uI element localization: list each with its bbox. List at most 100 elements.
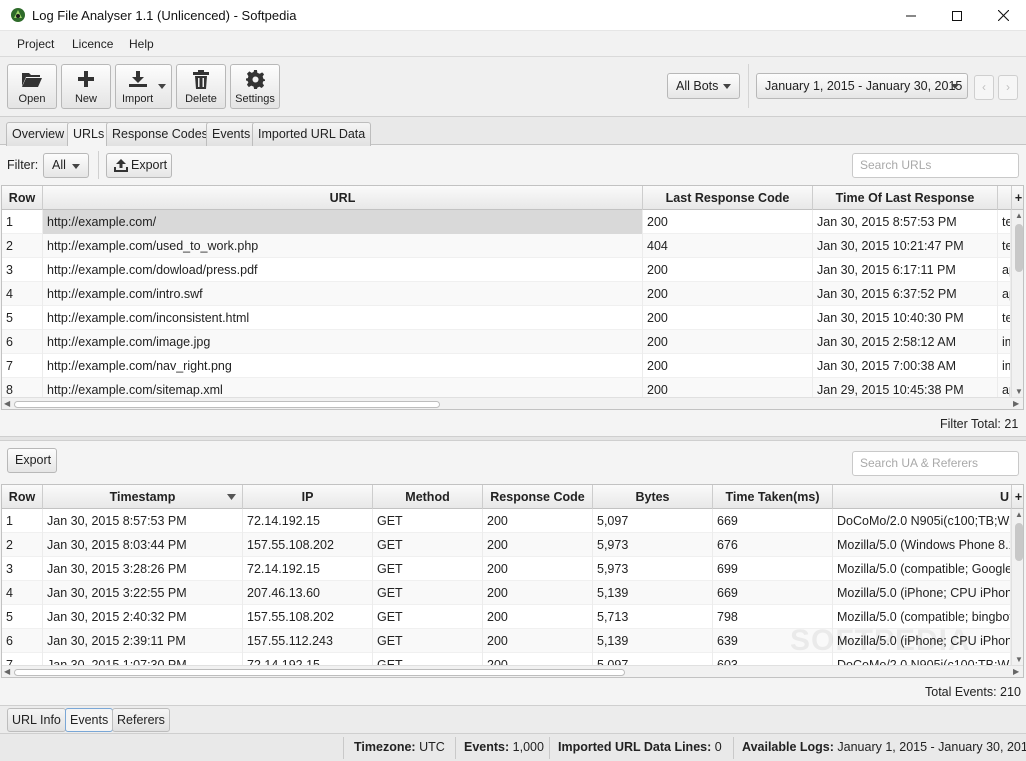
status-available-logs: Available Logs: January 1, 2015 - Januar… [742, 740, 1026, 754]
event-table-row[interactable]: 4 Jan 30, 2015 3:22:55 PM 207.46.13.60 GET 2… [2, 581, 1011, 605]
cell-row: 3 [2, 258, 43, 282]
close-button[interactable] [980, 0, 1026, 31]
plus-icon [78, 71, 94, 87]
settings-button[interactable]: Settings [230, 64, 280, 109]
column-menu-plus-icon[interactable]: + [1012, 485, 1023, 509]
delete-button[interactable]: Delete [176, 64, 226, 109]
url-table-row[interactable]: 2 http://example.com/used_to_work.php 404 J… [2, 234, 1011, 258]
cell-response-code: 200 [483, 605, 593, 629]
status-separator [733, 737, 734, 759]
cell-url: http://example.com/used_to_work.php [43, 234, 643, 258]
scroll-up-icon[interactable]: ▲ [1015, 211, 1023, 220]
col-timestamp[interactable]: Timestamp [43, 485, 243, 509]
tab-imported-url-data[interactable]: Imported URL Data [252, 122, 372, 146]
cell-method: GET [373, 557, 483, 581]
urls-hscroll-thumb[interactable] [14, 401, 440, 408]
scroll-right-icon[interactable]: ▶ [1013, 399, 1019, 408]
urls-vscroll-thumb[interactable] [1015, 224, 1023, 272]
tab-url-info[interactable]: URL Info [7, 708, 66, 732]
col-url[interactable]: URL [43, 186, 643, 210]
new-label: New [74, 93, 97, 105]
next-range-button[interactable]: › [998, 75, 1018, 100]
maximize-button[interactable] [934, 0, 980, 31]
date-range-dropdown[interactable]: January 1, 2015 - January 30, 2015 [756, 73, 968, 99]
sort-descending-icon [227, 494, 236, 500]
tab-referers[interactable]: Referers [112, 708, 170, 732]
url-table-row[interactable]: 1 http://example.com/200 Jan 30, 2015 8:57… [2, 210, 1011, 234]
url-table-row[interactable]: 6 http://example.com/image.jpg 200 Jan 30, … [2, 330, 1011, 354]
url-table-row[interactable]: 5 http://example.com/inconsistent.html 200… [2, 306, 1011, 330]
menu-licence[interactable]: Licence [72, 37, 113, 51]
cell-ip: 207.46.13.60 [243, 581, 373, 605]
scroll-down-icon[interactable]: ▼ [1015, 387, 1023, 396]
minimize-button[interactable] [888, 0, 934, 31]
chevron-down-icon [723, 84, 731, 89]
events-horizontal-scrollbar[interactable]: ◀ ▶ [2, 665, 1023, 677]
import-button[interactable]: Import [115, 64, 172, 109]
events-label: Events: [464, 740, 510, 754]
url-table-row[interactable]: 4 http://example.com/intro.swf 200 Jan 30, … [2, 282, 1011, 306]
cell-time: Jan 30, 2015 2:58:12 AM [813, 330, 998, 354]
cell-overflow: im [998, 354, 1011, 378]
col-method[interactable]: Method [373, 485, 483, 509]
main-tabs: Overview URLs Response Codes Events Impo… [0, 117, 1026, 147]
cell-row: 6 [2, 629, 43, 653]
cell-response-code: 200 [643, 330, 813, 354]
tab-overview[interactable]: Overview [6, 122, 71, 146]
tab-urls[interactable]: URLs [67, 122, 111, 147]
urls-vertical-scrollbar[interactable]: ▲ ▼ [1011, 210, 1023, 397]
col-row[interactable]: Row [2, 485, 43, 509]
events-vscroll-thumb[interactable] [1015, 523, 1023, 561]
menu-project[interactable]: Project [17, 37, 54, 51]
url-export-button[interactable]: Export [106, 153, 172, 178]
col-bytes[interactable]: Bytes [593, 485, 713, 509]
cell-method: GET [373, 605, 483, 629]
prev-range-button[interactable]: ‹ [974, 75, 994, 100]
cell-overflow: ap [998, 282, 1011, 306]
cell-ip: 157.55.108.202 [243, 533, 373, 557]
col-time-taken[interactable]: Time Taken(ms) [713, 485, 833, 509]
url-table-row[interactable]: 3 http://example.com/dowload/press.pdf 200… [2, 258, 1011, 282]
search-urls-input[interactable]: Search URLs [852, 153, 1019, 178]
events-vertical-scrollbar[interactable]: ▲ ▼ [1011, 509, 1023, 665]
scroll-right-icon[interactable]: ▶ [1013, 667, 1019, 676]
col-last-response-code[interactable]: Last Response Code [643, 186, 813, 210]
scroll-up-icon[interactable]: ▲ [1015, 510, 1023, 519]
event-table-row[interactable]: 1 Jan 30, 2015 8:57:53 PM 72.14.192.15 GET 2… [2, 509, 1011, 533]
col-ip[interactable]: IP [243, 485, 373, 509]
events-hscroll-thumb[interactable] [14, 669, 625, 676]
col-user-agent[interactable]: U [833, 485, 1012, 509]
col-time-of-last-response[interactable]: Time Of Last Response [813, 186, 998, 210]
open-button[interactable]: Open [7, 64, 57, 109]
bots-dropdown[interactable]: All Bots [667, 73, 740, 99]
cell-response-code: 200 [643, 354, 813, 378]
url-filter-bar: Filter: All Export Search URLs [0, 146, 1026, 185]
scroll-left-icon[interactable]: ◀ [4, 667, 10, 676]
events-export-button[interactable]: Export [7, 448, 57, 473]
scroll-down-icon[interactable]: ▼ [1015, 655, 1023, 664]
chevron-down-icon [72, 164, 80, 169]
toolbar: Open New Import Delete Settings All Bots… [0, 57, 1026, 117]
filter-dropdown[interactable]: All [43, 153, 89, 178]
menu-help[interactable]: Help [129, 37, 154, 51]
split-pane-divider[interactable] [0, 436, 1026, 441]
url-table-row[interactable]: 7 http://example.com/nav_right.png 200 Jan … [2, 354, 1011, 378]
search-ua-referers-input[interactable]: Search UA & Referers [852, 451, 1019, 476]
event-table-row[interactable]: 2 Jan 30, 2015 8:03:44 PM 157.55.108.202 GE… [2, 533, 1011, 557]
col-row[interactable]: Row [2, 186, 43, 210]
event-table-row[interactable]: 3 Jan 30, 2015 3:28:26 PM 72.14.192.15 GET 2… [2, 557, 1011, 581]
tab-bottom-events[interactable]: Events [65, 708, 114, 732]
status-separator [455, 737, 456, 759]
column-menu-plus-icon[interactable]: + [1012, 186, 1023, 210]
tab-events[interactable]: Events [206, 122, 257, 146]
col-more [998, 186, 1012, 210]
new-button[interactable]: New [61, 64, 111, 109]
cell-row: 1 [2, 210, 43, 234]
tab-response-codes[interactable]: Response Codes [106, 122, 214, 146]
col-response-code[interactable]: Response Code [483, 485, 593, 509]
filter-total: Filter Total: 21 [940, 417, 1019, 431]
cell-url: http://example.com/dowload/press.pdf [43, 258, 643, 282]
scroll-left-icon[interactable]: ◀ [4, 399, 10, 408]
timezone-label: Timezone: [354, 740, 416, 754]
urls-horizontal-scrollbar[interactable]: ◀ ▶ [2, 397, 1023, 409]
